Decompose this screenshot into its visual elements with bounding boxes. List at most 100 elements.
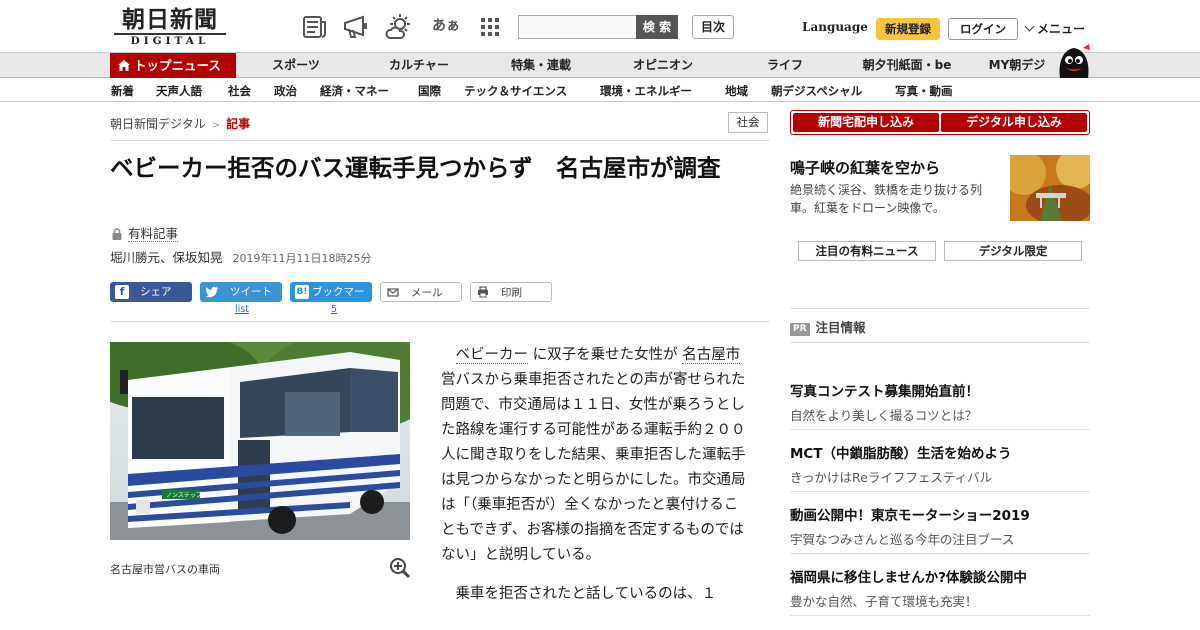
breadcrumb: 朝日新聞デジタル > 記事 bbox=[110, 115, 250, 132]
nav2-item-society[interactable]: 社会 bbox=[228, 83, 251, 99]
zoom-icon[interactable] bbox=[389, 557, 411, 579]
print-button[interactable]: 印刷 bbox=[470, 282, 552, 302]
nav2-item-politics[interactable]: 政治 bbox=[274, 83, 297, 99]
nav2-item-local[interactable]: 地域 bbox=[725, 83, 748, 99]
pr-item-desc: 豊かな自然、子育て環境も充実！ bbox=[790, 594, 978, 609]
nav-item-opinion[interactable]: オピニオン bbox=[618, 53, 708, 78]
menu-button[interactable]: メニュー bbox=[1024, 20, 1086, 37]
apps-grid-icon[interactable] bbox=[476, 13, 504, 41]
twitter-icon bbox=[205, 285, 219, 299]
breadcrumb-separator: > bbox=[211, 120, 221, 131]
nav-item-culture[interactable]: カルチャー bbox=[374, 53, 464, 78]
mail-share-button[interactable]: メール bbox=[380, 282, 462, 302]
byline: 堀川勝元、保坂知晃 2019年11月11日18時25分 bbox=[110, 247, 372, 266]
site-logo[interactable]: 朝日新聞 DIGITAL bbox=[110, 7, 230, 47]
authors: 堀川勝元、保坂知晃 bbox=[110, 250, 223, 265]
publish-date: 2019年11月11日18時25分 bbox=[232, 252, 372, 265]
category-tag[interactable]: 社会 bbox=[728, 112, 768, 133]
article-paragraph: 乗車を拒否されたと話しているのは、１ bbox=[455, 586, 717, 602]
twitter-share-button[interactable]: ツイート bbox=[200, 282, 282, 302]
search-input[interactable] bbox=[518, 15, 638, 39]
nav2-item-tech[interactable]: テック＆サイエンス bbox=[464, 83, 567, 99]
pr-badge: PR bbox=[790, 323, 810, 336]
facebook-icon: f bbox=[115, 285, 129, 299]
divider bbox=[790, 429, 1090, 430]
home-delivery-button[interactable]: 新聞宅配申し込み bbox=[793, 113, 939, 132]
nav-item-my-asahi[interactable]: MY朝デジ bbox=[980, 53, 1054, 78]
paragraph-text: に双子を乗せた女性が bbox=[532, 347, 678, 363]
nav-top-news[interactable]: トップニュース bbox=[110, 53, 236, 78]
keyword-link[interactable]: ベビーカー bbox=[455, 347, 528, 364]
featured-paid-news-button[interactable]: 注目の有料ニュース bbox=[798, 241, 936, 261]
facebook-share-button[interactable]: f シェア bbox=[110, 282, 192, 302]
toc-button[interactable]: 目次 bbox=[692, 15, 734, 39]
megaphone-icon[interactable] bbox=[342, 13, 370, 41]
print-label: 印刷 bbox=[501, 287, 522, 299]
signup-button[interactable]: 新規登録 bbox=[876, 18, 940, 40]
font-size-icon[interactable]: あぁ bbox=[432, 13, 460, 41]
promo-title[interactable]: 鳴子峡の紅葉を空から bbox=[790, 157, 940, 178]
nav-item-sports[interactable]: スポーツ bbox=[256, 53, 336, 78]
divider bbox=[790, 308, 1090, 309]
nav2-item-world[interactable]: 国際 bbox=[418, 83, 441, 99]
twitter-count[interactable]: list bbox=[235, 304, 249, 315]
bus-sign: ノンステップバス bbox=[166, 492, 214, 499]
hatena-bookmark-button[interactable]: B! ブックマーク bbox=[290, 282, 372, 318]
mail-share-label: メール bbox=[411, 287, 443, 299]
nav-item-life[interactable]: ライフ bbox=[745, 53, 825, 78]
nav-item-features[interactable]: 特集・連載 bbox=[496, 53, 586, 78]
nav2-item-special[interactable]: 朝デジスペシャル bbox=[771, 83, 862, 99]
logo-en: DIGITAL bbox=[114, 33, 226, 47]
chevron-down-icon bbox=[1024, 21, 1035, 32]
pr-item-title: 動画公開中！東京モーターショー2019 bbox=[790, 508, 1030, 524]
nav-item-paper[interactable]: 朝夕刊紙面・be bbox=[850, 53, 964, 78]
twitter-share-label: ツイート bbox=[230, 286, 272, 298]
nav2-item-photo[interactable]: 写真・動画 bbox=[895, 83, 953, 99]
photo-caption: 名古屋市営バスの車両 bbox=[110, 563, 220, 576]
pr-item[interactable]: MCT（中鎖脂肪酸）生活を始めよう きっかけはReライフフェスティバル bbox=[790, 442, 1090, 486]
pr-item[interactable]: 福岡県に移住しませんか?体験談公開中 豊かな自然、子育て環境も充実！ bbox=[790, 566, 1090, 610]
article-body: ベビーカー に双子を乗せた女性が 名古屋市 営バスから乗車拒否されたとの声が寄せ… bbox=[441, 343, 751, 621]
paid-article-badge: 有料記事 bbox=[112, 223, 179, 242]
pr-item-title: 福岡県に移住しませんか?体験談公開中 bbox=[790, 570, 1027, 586]
promo-image[interactable] bbox=[1010, 155, 1090, 221]
digital-subscribe-button[interactable]: デジタル申し込み bbox=[941, 113, 1087, 132]
nav-top-label: トップニュース bbox=[134, 58, 221, 73]
printer-icon bbox=[476, 286, 490, 300]
paid-article-label[interactable]: 有料記事 bbox=[128, 226, 179, 242]
language-link[interactable]: Language bbox=[802, 20, 868, 34]
search-button[interactable]: 検 索 bbox=[636, 15, 678, 39]
facebook-share-label: シェア bbox=[140, 286, 172, 298]
login-button[interactable]: ログイン bbox=[948, 18, 1018, 40]
newspaper-icon[interactable] bbox=[301, 13, 329, 41]
divider bbox=[110, 140, 770, 141]
keyword-link[interactable]: 名古屋市 bbox=[682, 347, 741, 364]
article-photo[interactable]: ノンステップバス bbox=[110, 342, 410, 540]
primary-nav: トップニュース スポーツ カルチャー 特集・連載 オピニオン ライフ 朝夕刊紙面… bbox=[0, 52, 1200, 78]
mascot-icon bbox=[1059, 44, 1090, 78]
pr-heading-label: 注目情報 bbox=[815, 320, 866, 335]
pr-item-desc: 宇賀なつみさんと巡る今年の注目ブース bbox=[790, 532, 1015, 547]
weather-icon[interactable] bbox=[385, 13, 413, 41]
nav2-item-tensei[interactable]: 天声人語 bbox=[156, 83, 202, 99]
mail-icon bbox=[386, 286, 400, 300]
pr-item-desc: きっかけはReライフフェスティバル bbox=[790, 470, 993, 485]
home-icon bbox=[118, 54, 130, 71]
promo-description: 絶景続く渓谷、鉄橋を走り抜ける列車。紅葉をドローン映像で。 bbox=[790, 183, 983, 215]
menu-label: メニュー bbox=[1037, 22, 1086, 36]
paragraph-text: 営バスから乗車拒否されたとの声が寄せられた問題で、市交通局は１１日、女性が乗ろう… bbox=[441, 372, 746, 563]
hatena-count[interactable]: 5 bbox=[331, 304, 337, 315]
breadcrumb-current: 記事 bbox=[226, 117, 251, 131]
pr-item[interactable]: 動画公開中！東京モーターショー2019 宇賀なつみさんと巡る今年の注目ブース bbox=[790, 504, 1090, 548]
pr-item[interactable]: 写真コンテスト募集開始直前！ 自然をより美しく撮るコツとは？ bbox=[790, 380, 1090, 424]
pr-section-heading: PR 注目情報 bbox=[790, 317, 866, 336]
hatena-bookmark-label: ブックマーク bbox=[312, 286, 365, 318]
pr-item-title: MCT（中鎖脂肪酸）生活を始めよう bbox=[790, 446, 1012, 462]
nav2-item-economy[interactable]: 経済・マネー bbox=[320, 83, 389, 99]
divider bbox=[110, 321, 770, 322]
digital-exclusive-button[interactable]: デジタル限定 bbox=[944, 241, 1082, 261]
nav2-item-environment[interactable]: 環境・エネルギー bbox=[600, 83, 692, 99]
divider bbox=[790, 491, 1090, 492]
nav2-item-new[interactable]: 新着 bbox=[111, 83, 134, 99]
breadcrumb-home[interactable]: 朝日新聞デジタル bbox=[110, 117, 206, 131]
